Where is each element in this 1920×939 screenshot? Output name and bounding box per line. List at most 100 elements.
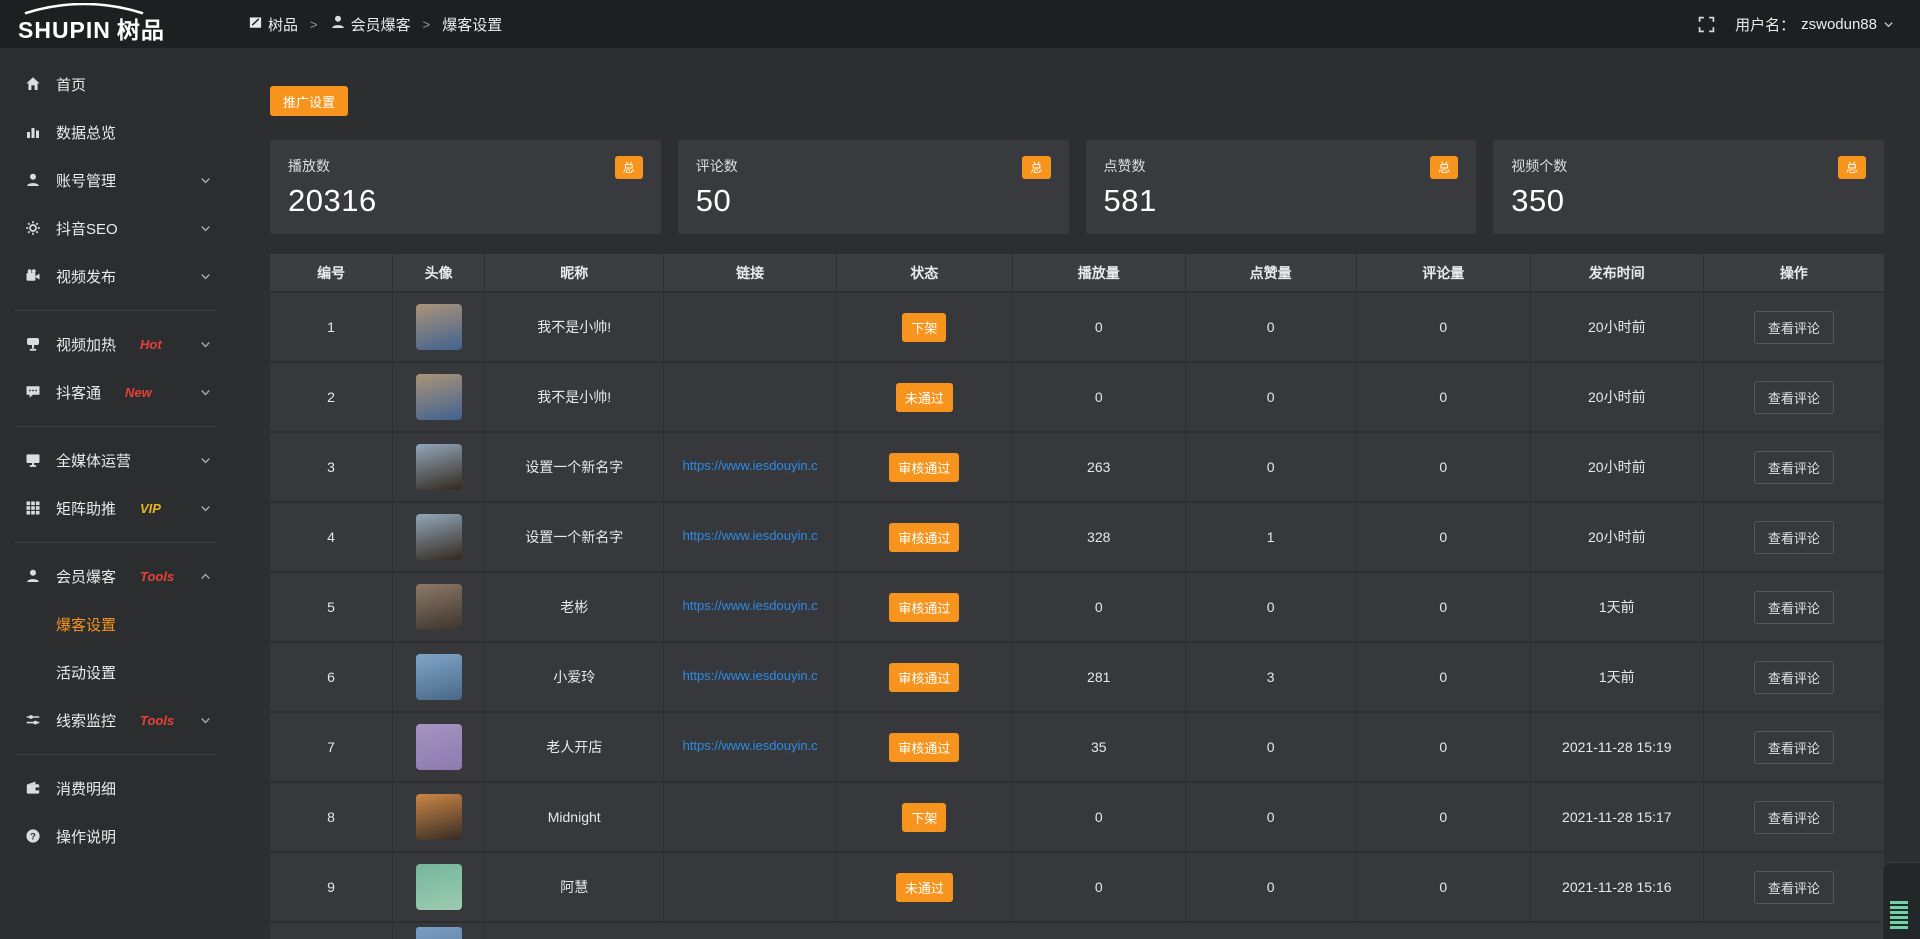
breadcrumb-item[interactable]: 树品 (248, 14, 298, 35)
sidebar-subitem-活动设置[interactable]: 活动设置 (0, 648, 230, 696)
comment-count: 0 (1356, 432, 1530, 502)
user-menu[interactable]: 用户名：zswodun88 (1735, 14, 1894, 35)
row-id: 6 (270, 642, 393, 712)
table-row: 4设置一个新名字https://www.iesdouyin.c审核通过32810… (270, 502, 1884, 572)
sidebar-item-抖客通[interactable]: 抖客通New (0, 368, 230, 416)
column-header: 昵称 (485, 254, 664, 292)
user-icon (24, 172, 42, 188)
wallet-icon (24, 780, 42, 796)
breadcrumb: 树品>会员爆客>爆客设置 (248, 14, 502, 35)
column-header: 编号 (270, 254, 393, 292)
publish-time: 2021-11-28 15:19 (1530, 712, 1703, 782)
breadcrumb-label: 会员爆客 (351, 14, 411, 35)
sidebar-item-视频加热[interactable]: 视频加热Hot (0, 320, 230, 368)
chevron-down-icon (196, 502, 214, 515)
row-id: 5 (270, 572, 393, 642)
breadcrumb-label: 树品 (268, 14, 298, 35)
sidebar-item-线索监控[interactable]: 线索监控 Tools (0, 696, 230, 744)
sidebar-item-label: 会员爆客 (56, 566, 116, 587)
sidebar-item-label: 矩阵助推 (56, 498, 116, 519)
column-header: 状态 (836, 254, 1012, 292)
sidebar-item-消费明细[interactable]: 消费明细 (0, 764, 230, 812)
video-link[interactable]: https://www.iesdouyin.c (683, 598, 818, 613)
column-header: 点赞量 (1185, 254, 1356, 292)
avatar (416, 927, 462, 939)
sidebar-item-全媒体运营[interactable]: 全媒体运营 (0, 436, 230, 484)
comment-count: 0 (1356, 782, 1530, 852)
row-id: 3 (270, 432, 393, 502)
table-row-partial (270, 922, 1884, 939)
gear-icon (24, 220, 42, 236)
sidebar-item-首页[interactable]: 首页 (0, 60, 230, 108)
sidebar-item-抖音SEO[interactable]: 抖音SEO (0, 204, 230, 252)
like-count: 3 (1185, 642, 1356, 712)
play-count: 0 (1012, 782, 1185, 852)
breadcrumb-item[interactable]: 会员爆客 (330, 14, 411, 35)
table-row: 8Midnight下架0002021-11-28 15:17查看评论 (270, 782, 1884, 852)
nickname: 设置一个新名字 (485, 502, 664, 572)
status-badge: 审核通过 (889, 523, 959, 552)
sidebar-item-label: 线索监控 (56, 710, 116, 731)
sidebar-item-label: 首页 (56, 74, 86, 95)
view-comments-button[interactable]: 查看评论 (1754, 311, 1834, 344)
view-comments-button[interactable]: 查看评论 (1754, 591, 1834, 624)
video-link[interactable]: https://www.iesdouyin.c (683, 458, 818, 473)
publish-time: 20小时前 (1530, 292, 1703, 362)
view-comments-button[interactable]: 查看评论 (1754, 871, 1834, 904)
floating-widget[interactable] (1882, 862, 1920, 939)
avatar (416, 724, 462, 770)
chevron-down-icon (196, 386, 214, 399)
sidebar-item-操作说明[interactable]: ?操作说明 (0, 812, 230, 860)
promotion-settings-button[interactable]: 推广设置 (270, 86, 348, 116)
sidebar-item-数据总览[interactable]: 数据总览 (0, 108, 230, 156)
sidebar-item-账号管理[interactable]: 账号管理 (0, 156, 230, 204)
username-label: 用户名： (1735, 14, 1795, 35)
svg-text:?: ? (30, 831, 36, 842)
sidebar-item-tag: Tools (140, 713, 174, 728)
table-row: 3设置一个新名字https://www.iesdouyin.c审核通过26300… (270, 432, 1884, 502)
table-row: 9阿慧未通过0002021-11-28 15:16查看评论 (270, 852, 1884, 922)
sidebar-item-视频发布[interactable]: 视频发布 (0, 252, 230, 300)
nickname: 老彬 (485, 572, 664, 642)
view-comments-button[interactable]: 查看评论 (1754, 731, 1834, 764)
view-comments-button[interactable]: 查看评论 (1754, 451, 1834, 484)
chevron-down-icon (196, 270, 214, 283)
view-comments-button[interactable]: 查看评论 (1754, 381, 1834, 414)
sidebar-item-矩阵助推[interactable]: 矩阵助推 VIP (0, 484, 230, 532)
comment-count: 0 (1356, 292, 1530, 362)
avatar (416, 514, 462, 560)
sidebar-item-会员爆客[interactable]: 会员爆客Tools (0, 552, 230, 600)
status-badge: 未通过 (896, 383, 953, 412)
chevron-down-icon (196, 714, 214, 727)
view-comments-button[interactable]: 查看评论 (1754, 801, 1834, 834)
column-header: 头像 (393, 254, 485, 292)
floating-widget-bars (1890, 901, 1908, 931)
sliders-icon (24, 712, 42, 728)
nickname: 小爱玲 (485, 642, 664, 712)
video-link[interactable]: https://www.iesdouyin.c (683, 738, 818, 753)
sidebar-subitem-爆客设置[interactable]: 爆客设置 (0, 600, 230, 648)
user-icon (24, 568, 42, 584)
row-id: 4 (270, 502, 393, 572)
sidebar-subitem-label: 爆客设置 (56, 614, 116, 635)
play-count: 0 (1012, 572, 1185, 642)
view-comments-button[interactable]: 查看评论 (1754, 521, 1834, 554)
video-link[interactable]: https://www.iesdouyin.c (683, 668, 818, 683)
row-id: 8 (270, 782, 393, 852)
breadcrumb-separator: > (310, 17, 318, 32)
table-row: 5老彬https://www.iesdouyin.c审核通过0001天前查看评论 (270, 572, 1884, 642)
fullscreen-icon[interactable] (1698, 16, 1715, 33)
video-link[interactable]: https://www.iesdouyin.c (683, 528, 818, 543)
like-count: 0 (1185, 292, 1356, 362)
comment-count: 0 (1356, 642, 1530, 712)
view-comments-button[interactable]: 查看评论 (1754, 661, 1834, 694)
chevron-down-icon (196, 174, 214, 187)
nickname: 我不是小帅! (485, 362, 664, 432)
stat-card-value: 350 (1511, 183, 1866, 219)
status-badge: 下架 (902, 803, 946, 832)
status-badge: 审核通过 (889, 593, 959, 622)
stat-card: 视频个数总350 (1493, 140, 1884, 234)
play-count: 0 (1012, 362, 1185, 432)
logo-arc (20, 3, 148, 15)
sidebar-item-tag: VIP (140, 501, 161, 516)
